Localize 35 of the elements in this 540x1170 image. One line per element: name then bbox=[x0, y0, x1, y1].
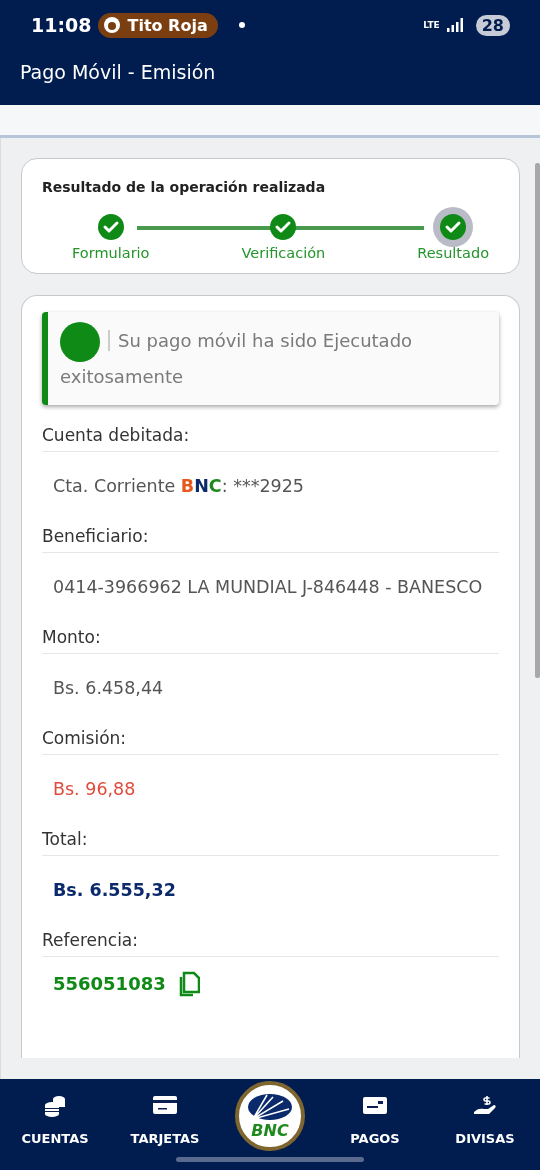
signal-icon bbox=[446, 18, 463, 32]
dollar-hand-icon bbox=[472, 1093, 498, 1117]
reference-number: 556051083 bbox=[53, 972, 166, 996]
field-label: Monto: bbox=[42, 621, 499, 654]
nav-tab[interactable]: DIVISAS bbox=[445, 1087, 525, 1146]
field-label: Comisión: bbox=[42, 722, 499, 755]
field-value: Bs. 96,88 bbox=[52, 778, 137, 801]
clock-time: 11:08 bbox=[31, 14, 92, 36]
face-icon bbox=[103, 16, 122, 34]
screen-title: Pago Móvil - Emisión bbox=[20, 61, 216, 83]
field-value: Cta. Corriente BNC: ***2925 bbox=[52, 475, 305, 498]
step-label: Formulario bbox=[72, 245, 150, 261]
field-value: Bs. 6.458,44 bbox=[52, 677, 165, 700]
battery-level: 28 bbox=[475, 14, 510, 36]
globe-icon bbox=[247, 1092, 293, 1121]
credit-card-icon bbox=[152, 1093, 178, 1117]
field-value: Bs. 6.555,32 bbox=[52, 879, 177, 902]
nav-tab[interactable]: TARJETAS bbox=[125, 1087, 205, 1146]
field-label: Beneficiario: bbox=[42, 520, 499, 553]
coins-icon bbox=[42, 1093, 68, 1117]
logo-text: BNC bbox=[251, 1120, 289, 1140]
nav-tab[interactable]: PAGOS bbox=[335, 1087, 415, 1146]
dot-icon bbox=[238, 22, 245, 28]
field-value: 0414-3966962 LA MUNDIAL J-846448 - BANESCO bbox=[52, 576, 484, 599]
step-label: Verificación bbox=[241, 245, 326, 261]
card-title: Resultado de la operación realizada bbox=[42, 179, 327, 195]
status-dot-icon bbox=[60, 322, 100, 362]
field-label: Cuenta debitada: bbox=[42, 419, 499, 452]
notification-chip[interactable]: Tito Roja bbox=[98, 12, 218, 38]
home-logo-button[interactable]: BNC bbox=[235, 1081, 305, 1151]
network-type: LTE bbox=[423, 20, 440, 30]
step-label: Resultado bbox=[417, 245, 489, 261]
nav-tab[interactable]: CUENTAS bbox=[15, 1087, 95, 1146]
field-label: Total: bbox=[42, 823, 499, 856]
field-label: Referencia: bbox=[42, 924, 499, 957]
